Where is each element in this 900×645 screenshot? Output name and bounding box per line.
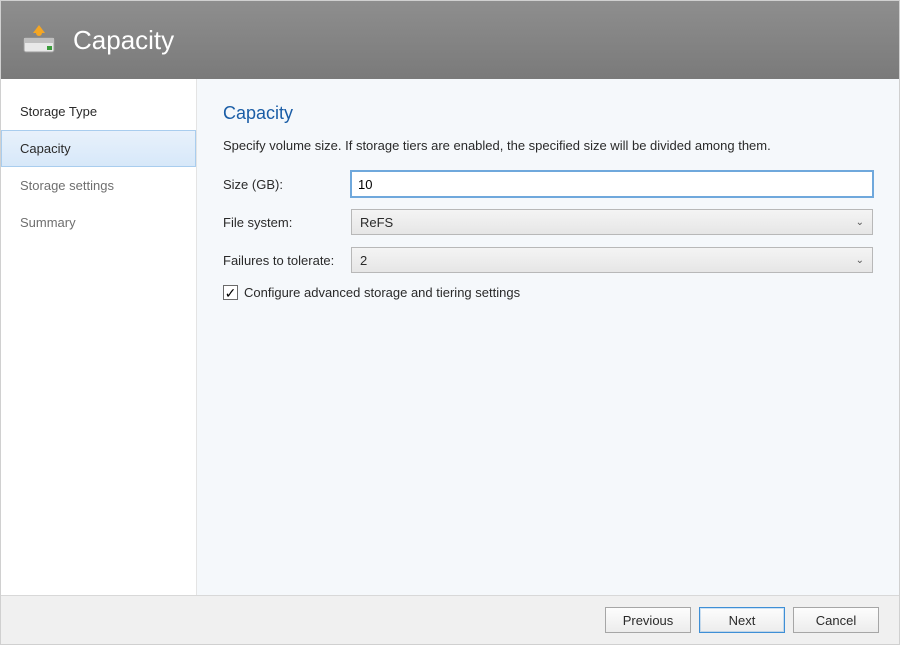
cancel-button[interactable]: Cancel <box>793 607 879 633</box>
chevron-down-icon: ⌄ <box>856 217 864 228</box>
next-button[interactable]: Next <box>699 607 785 633</box>
advanced-settings-row: ✓ Configure advanced storage and tiering… <box>223 285 873 300</box>
failures-dropdown[interactable]: 2 ⌄ <box>351 247 873 273</box>
page-description: Specify volume size. If storage tiers ar… <box>223 138 873 153</box>
filesystem-value: ReFS <box>360 215 393 230</box>
filesystem-row: File system: ReFS ⌄ <box>223 209 873 235</box>
wizard-footer: Previous Next Cancel <box>1 596 899 644</box>
sidebar-item-label: Capacity <box>20 141 71 156</box>
chevron-down-icon: ⌄ <box>856 255 864 266</box>
size-input[interactable] <box>351 171 873 197</box>
sidebar-item-label: Storage settings <box>20 178 114 193</box>
storage-icon <box>21 23 61 57</box>
sidebar-item-capacity[interactable]: Capacity <box>1 130 196 167</box>
sidebar-item-storage-type[interactable]: Storage Type <box>1 93 196 130</box>
sidebar-item-label: Storage Type <box>20 104 97 119</box>
size-row: Size (GB): <box>223 171 873 197</box>
sidebar-item-storage-settings[interactable]: Storage settings <box>1 167 196 204</box>
failures-row: Failures to tolerate: 2 ⌄ <box>223 247 873 273</box>
size-label: Size (GB): <box>223 177 351 192</box>
check-icon: ✓ <box>225 286 237 300</box>
wizard-body: Storage Type Capacity Storage settings S… <box>1 79 899 596</box>
failures-label: Failures to tolerate: <box>223 253 351 268</box>
page-heading: Capacity <box>223 103 873 124</box>
filesystem-label: File system: <box>223 215 351 230</box>
wizard-main-panel: Capacity Specify volume size. If storage… <box>197 79 899 595</box>
advanced-settings-label: Configure advanced storage and tiering s… <box>244 285 520 300</box>
advanced-settings-checkbox[interactable]: ✓ <box>223 285 238 300</box>
failures-value: 2 <box>360 253 367 268</box>
sidebar-item-summary[interactable]: Summary <box>1 204 196 241</box>
wizard-title: Capacity <box>73 25 174 56</box>
sidebar-item-label: Summary <box>20 215 76 230</box>
wizard-steps-sidebar: Storage Type Capacity Storage settings S… <box>1 79 197 595</box>
filesystem-dropdown[interactable]: ReFS ⌄ <box>351 209 873 235</box>
previous-button[interactable]: Previous <box>605 607 691 633</box>
wizard-header: Capacity <box>1 1 899 79</box>
